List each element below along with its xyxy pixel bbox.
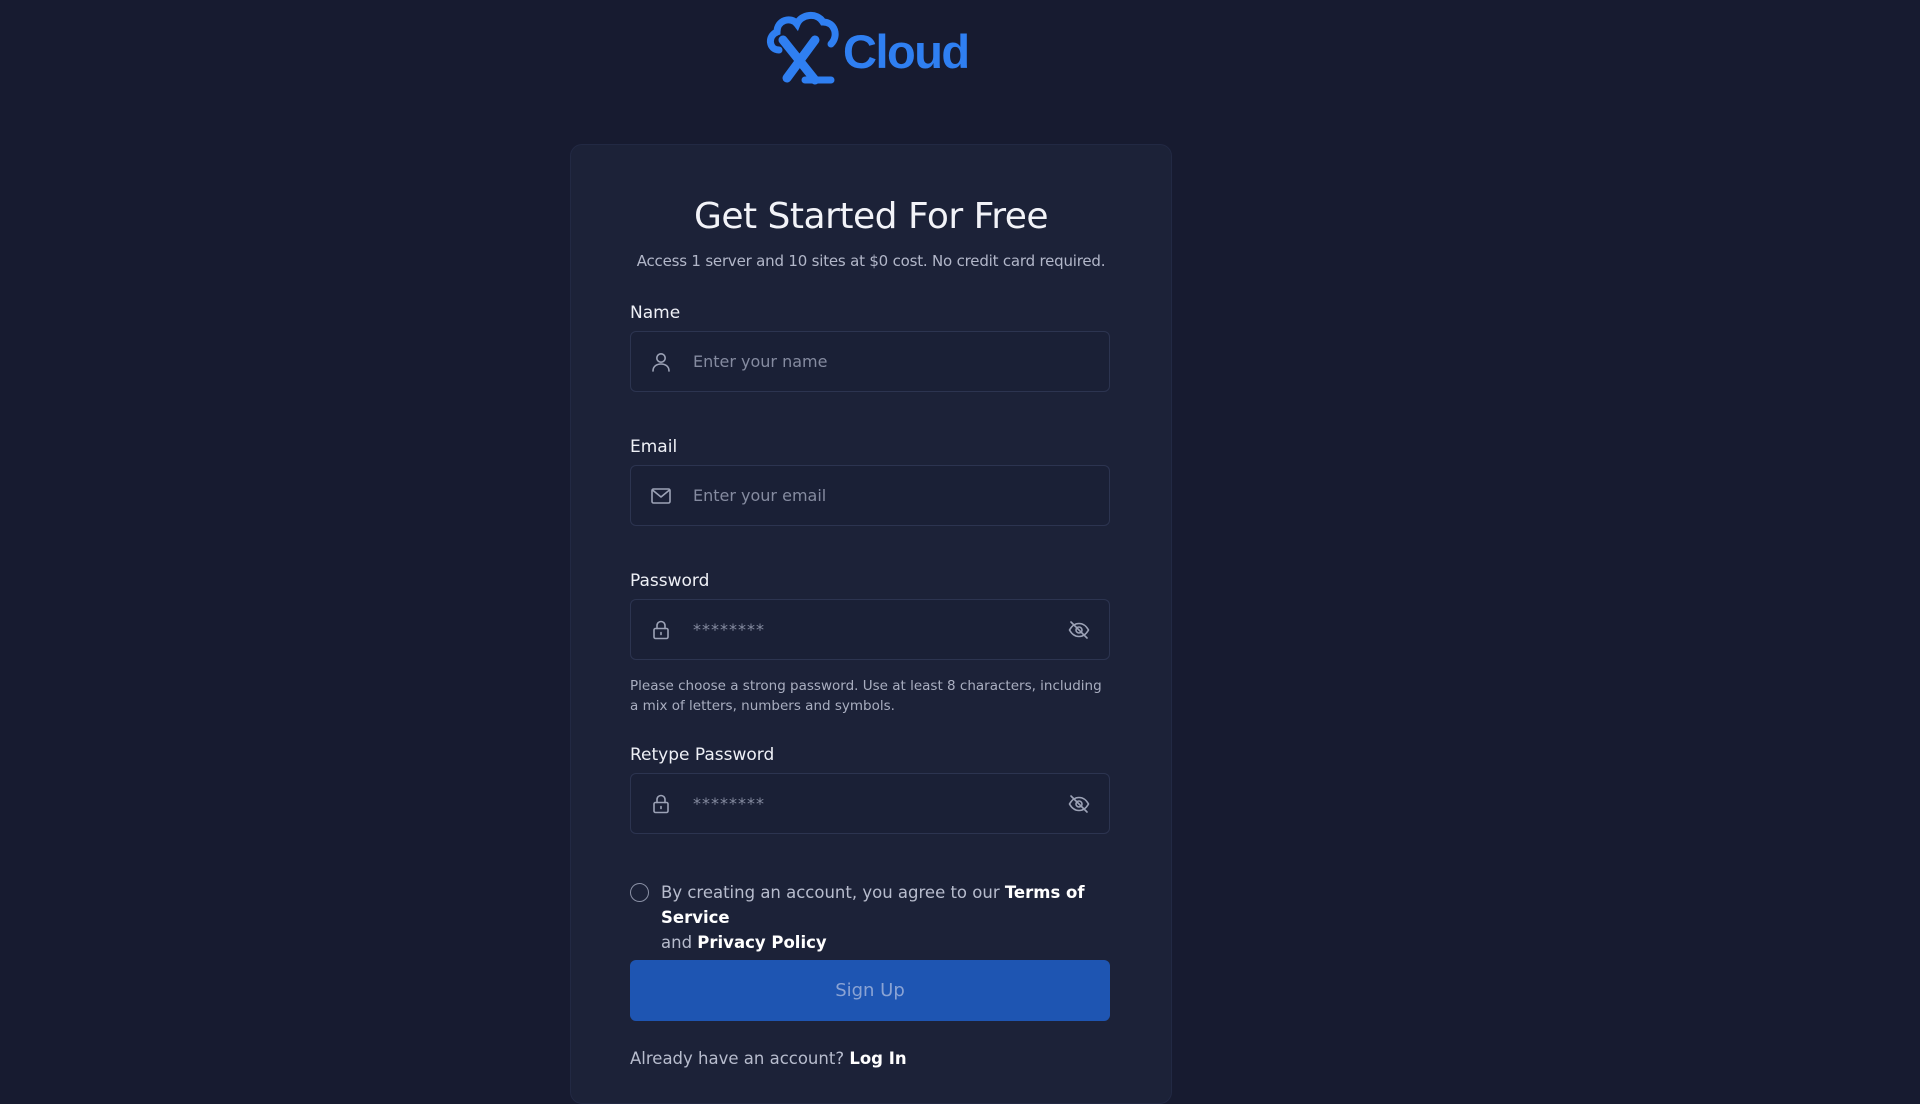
- login-prompt: Already have an account?: [630, 1049, 845, 1068]
- terms-checkbox[interactable]: [630, 883, 649, 902]
- terms-text: By creating an account, you agree to our…: [661, 880, 1121, 955]
- mail-icon: [649, 484, 673, 508]
- name-field[interactable]: [630, 331, 1110, 392]
- lock-icon: [649, 618, 673, 642]
- brand-name: Cloud: [843, 24, 970, 78]
- terms-text-before: By creating an account, you agree to our: [661, 883, 1005, 902]
- user-icon: [649, 350, 673, 374]
- login-prompt-row: Already have an account? Log In: [630, 1049, 907, 1068]
- privacy-policy-link[interactable]: Privacy Policy: [697, 933, 826, 952]
- sign-up-button[interactable]: Sign Up: [630, 960, 1110, 1021]
- password-label: Password: [630, 571, 710, 591]
- password-field[interactable]: [630, 599, 1110, 660]
- cloud-x-logo-icon: [767, 12, 839, 85]
- login-link[interactable]: Log In: [849, 1049, 906, 1068]
- brand-logo[interactable]: Cloud: [765, 10, 977, 86]
- name-label: Name: [630, 303, 681, 323]
- password-input[interactable]: [693, 600, 1053, 659]
- name-input[interactable]: [693, 332, 1053, 391]
- lock-icon: [649, 792, 673, 816]
- email-input[interactable]: [693, 466, 1053, 525]
- password-hint: Please choose a strong password. Use at …: [630, 678, 1102, 714]
- eye-off-icon[interactable]: [1067, 618, 1091, 642]
- retype-password-field[interactable]: [630, 773, 1110, 834]
- email-field[interactable]: [630, 465, 1110, 526]
- page-subtitle: Access 1 server and 10 sites at $0 cost.…: [636, 252, 1106, 270]
- page-title: Get Started For Free: [693, 196, 1049, 237]
- email-label: Email: [630, 437, 678, 457]
- eye-off-icon[interactable]: [1067, 792, 1091, 816]
- terms-text-middle: and: [661, 933, 698, 952]
- retype-password-input[interactable]: [693, 774, 1053, 833]
- retype-password-label: Retype Password: [630, 745, 775, 765]
